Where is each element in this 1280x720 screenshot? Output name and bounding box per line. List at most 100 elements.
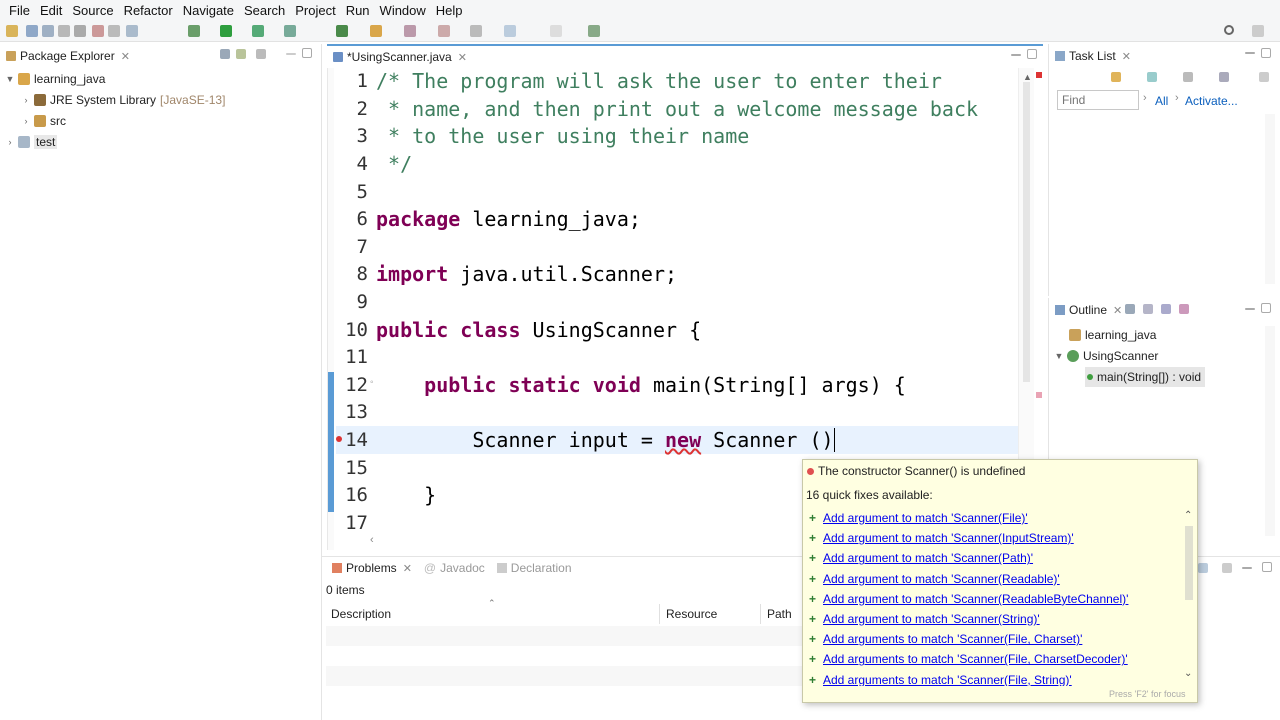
chevron-right-icon[interactable]: › xyxy=(4,137,16,147)
tab-outline[interactable]: Outline ✕ xyxy=(1049,298,1128,322)
menu-project[interactable]: Project xyxy=(290,3,340,18)
quick-fix-item[interactable]: + Add argument to match 'Scanner(Readable… xyxy=(809,589,1128,609)
line-number[interactable]: 10 xyxy=(336,319,368,341)
close-icon[interactable]: ✕ xyxy=(458,51,467,64)
task-activate-link[interactable]: Activate... xyxy=(1185,94,1238,108)
new-class-icon[interactable] xyxy=(336,25,348,37)
outline-item-class[interactable]: ▼ UsingScanner xyxy=(1053,346,1159,366)
quick-fix-item[interactable]: + Add arguments to match 'Scanner(File, C… xyxy=(809,649,1128,669)
line-number[interactable]: 11 xyxy=(336,346,368,368)
maximize-icon[interactable] xyxy=(1027,49,1037,59)
menu-file[interactable]: File xyxy=(4,3,35,18)
filter-icon[interactable] xyxy=(1198,563,1208,573)
collapse-all-icon[interactable] xyxy=(220,49,230,59)
quick-fix-link[interactable]: Add argument to match 'Scanner(Readable)… xyxy=(823,572,1060,586)
line-number[interactable]: 7 xyxy=(336,236,368,258)
code-line[interactable]: 9 xyxy=(336,288,1026,316)
chevron-down-icon[interactable]: ▼ xyxy=(4,74,16,84)
close-icon[interactable]: ✕ xyxy=(1122,50,1131,63)
open-type-icon[interactable] xyxy=(370,25,382,37)
minimize-icon[interactable] xyxy=(1242,567,1252,569)
quick-access-search-icon[interactable] xyxy=(1224,25,1234,35)
task-list-scrollbar[interactable] xyxy=(1265,114,1275,284)
tree-item-src[interactable]: › src xyxy=(20,111,67,131)
minimize-icon[interactable] xyxy=(1245,308,1255,310)
line-number[interactable]: 13 xyxy=(336,401,368,423)
chevron-right-icon[interactable]: › xyxy=(20,116,32,126)
line-number[interactable]: 16 xyxy=(336,484,368,506)
quick-fix-item[interactable]: + Add argument to match 'Scanner(Readable… xyxy=(809,569,1060,589)
quick-fix-item[interactable]: + Add argument to match 'Scanner(Path)' xyxy=(809,548,1033,568)
quick-fix-item[interactable]: + Add arguments to match 'Scanner(File, C… xyxy=(809,629,1082,649)
column-description[interactable]: Description ⌃ xyxy=(326,598,660,624)
forward-icon[interactable] xyxy=(550,25,562,37)
quick-fix-link[interactable]: Add arguments to match 'Scanner(File, Ch… xyxy=(823,632,1082,646)
collapse-icon[interactable] xyxy=(1219,72,1229,82)
run-icon[interactable] xyxy=(220,25,232,37)
tab-declaration[interactable]: Declaration xyxy=(491,557,578,579)
maximize-icon[interactable] xyxy=(302,48,312,58)
line-number[interactable]: 9 xyxy=(336,291,368,313)
code-line[interactable]: 14 Scanner input = new Scanner () xyxy=(336,426,1026,454)
line-number[interactable]: 17 xyxy=(336,512,368,534)
chevron-down-icon[interactable]: ▼ xyxy=(1053,351,1065,361)
collapse-all-icon[interactable] xyxy=(1125,304,1135,314)
code-line[interactable]: 7 xyxy=(336,233,1026,261)
scroll-down-icon[interactable]: ⌄ xyxy=(1184,668,1192,679)
new-icon[interactable] xyxy=(6,25,18,37)
tab-task-list[interactable]: Task List ✕ xyxy=(1049,44,1137,68)
view-menu-icon[interactable] xyxy=(256,49,266,59)
minimize-icon[interactable] xyxy=(1011,54,1021,56)
fold-icon[interactable]: ◦ xyxy=(370,377,374,388)
back-icon[interactable] xyxy=(504,25,516,37)
print-icon[interactable] xyxy=(58,25,70,37)
code-line[interactable]: 6 package learning_java; xyxy=(336,206,1026,234)
close-icon[interactable]: ✕ xyxy=(121,50,130,63)
error-overview-marker[interactable] xyxy=(1036,72,1042,78)
tree-item-jre[interactable]: › JRE System Library [JavaSE-13] xyxy=(20,90,226,110)
view-menu-icon[interactable] xyxy=(1259,72,1269,82)
scroll-thumb[interactable] xyxy=(1185,526,1193,600)
maximize-icon[interactable] xyxy=(1262,562,1272,572)
task-filter-all[interactable]: All xyxy=(1155,94,1168,108)
column-resource[interactable]: Resource xyxy=(661,604,761,624)
menu-search[interactable]: Search xyxy=(239,3,290,18)
code-line[interactable]: 2 * name, and then print out a welcome m… xyxy=(336,95,1026,123)
tab-problems[interactable]: Problems ✕ xyxy=(326,557,418,579)
filter-icon[interactable] xyxy=(1183,72,1193,82)
search-icon[interactable] xyxy=(404,25,416,37)
quick-fix-link[interactable]: Add argument to match 'Scanner(String)' xyxy=(823,612,1040,626)
quick-fix-item[interactable]: + Add argument to match 'Scanner(File)' xyxy=(809,508,1028,528)
code-line[interactable]: 10 public class UsingScanner { xyxy=(336,316,1026,344)
tab-package-explorer[interactable]: Package Explorer ✕ xyxy=(0,44,136,68)
step-icon[interactable] xyxy=(126,25,138,37)
categorize-icon[interactable] xyxy=(1147,72,1157,82)
new-task-icon[interactable] xyxy=(1111,72,1121,82)
code-line[interactable]: 3 * to the user using their name xyxy=(336,123,1026,151)
line-number[interactable]: 1 xyxy=(336,70,368,92)
line-number[interactable]: 15 xyxy=(336,457,368,479)
tree-item-test[interactable]: › test xyxy=(4,132,58,152)
menu-window[interactable]: Window xyxy=(375,3,431,18)
quick-fix-link[interactable]: Add argument to match 'Scanner(Path)' xyxy=(823,551,1033,565)
quick-fix-item[interactable]: + Add argument to match 'Scanner(InputStr… xyxy=(809,528,1074,548)
code-line[interactable]: 1 /* The program will ask the user to ent… xyxy=(336,68,1026,95)
skip-icon[interactable] xyxy=(108,25,120,37)
debug-mode-icon[interactable] xyxy=(92,25,104,37)
popup-scrollbar[interactable]: ⌃ ⌄ xyxy=(1181,508,1197,686)
save-icon[interactable] xyxy=(26,25,38,37)
minimize-icon[interactable] xyxy=(286,53,296,55)
line-number[interactable]: 3 xyxy=(336,125,368,147)
quick-fix-link[interactable]: Add arguments to match 'Scanner(File, Ch… xyxy=(823,652,1128,666)
code-line[interactable]: 12 public static void main(String[] args… xyxy=(336,371,1026,399)
code-line[interactable]: 11 xyxy=(336,344,1026,372)
line-number[interactable]: 12 xyxy=(336,374,368,396)
line-number[interactable]: 8 xyxy=(336,263,368,285)
chevron-right-icon[interactable]: › xyxy=(1143,92,1147,104)
tab-javadoc[interactable]: @ Javadoc xyxy=(418,557,491,579)
task-find-input[interactable] xyxy=(1057,90,1139,110)
code-line[interactable]: 5 xyxy=(336,178,1026,206)
run-external-icon[interactable] xyxy=(252,25,264,37)
warning-overview-marker[interactable] xyxy=(1036,392,1042,398)
code-line[interactable]: 8 import java.util.Scanner; xyxy=(336,261,1026,289)
